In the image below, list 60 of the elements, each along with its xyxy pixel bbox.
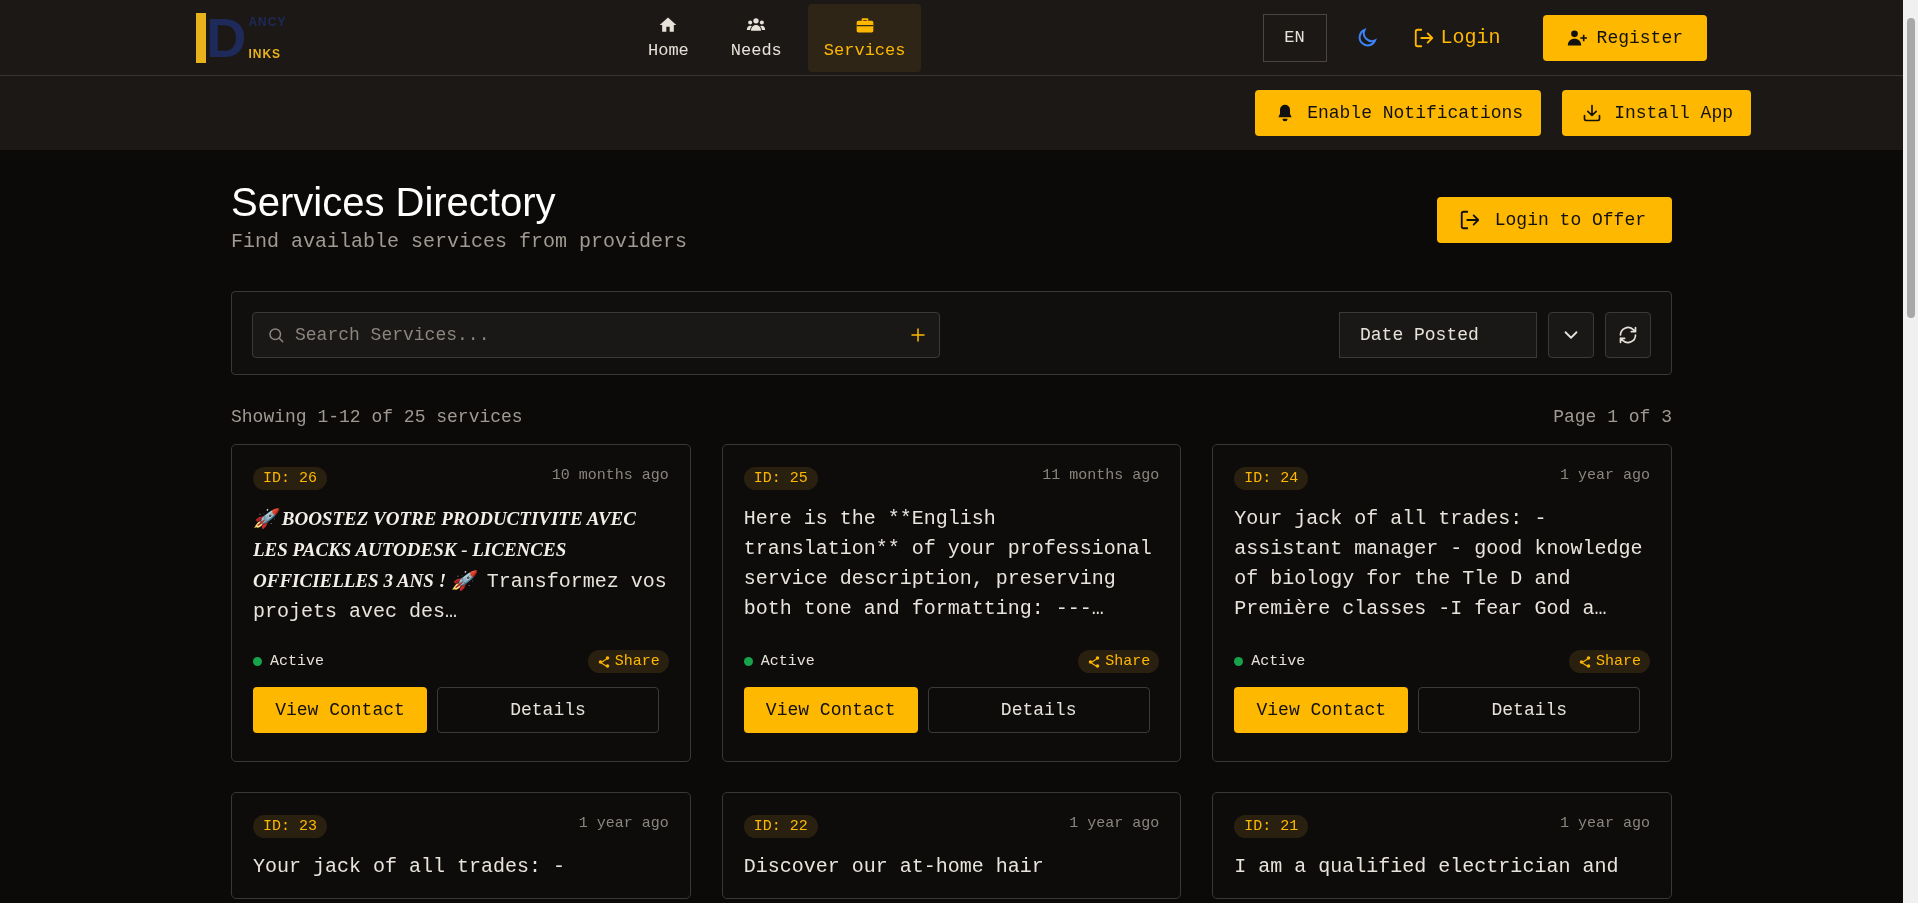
enable-notifications-button[interactable]: Enable Notifications (1255, 90, 1542, 136)
login-to-offer-button[interactable]: Login to Offer (1436, 196, 1672, 243)
service-description: Discover our at-home hair (743, 854, 1045, 880)
plus-icon (909, 326, 927, 344)
id-badge: ID: 24 (1234, 467, 1309, 490)
refresh-button[interactable] (1605, 312, 1651, 358)
service-description: Your jack of all trades: - (253, 854, 567, 880)
share-button[interactable]: Share (587, 650, 669, 673)
page-subtitle: Find available services from providers (231, 230, 688, 253)
nav-tab[interactable]: Services (807, 3, 922, 72)
share-button[interactable]: Share (1078, 650, 1160, 673)
details-button[interactable]: Details (437, 687, 659, 733)
posted-time: 1 year ago (1559, 815, 1650, 832)
house-icon (658, 15, 679, 35)
service-description: Here is the **English translation** of your professional service description, preserving both tone and formatting: ---… (743, 506, 1153, 622)
posted-time: 11 months ago (1042, 467, 1160, 484)
search-icon (267, 326, 285, 344)
view-contact-button[interactable]: View Contact (1234, 687, 1409, 733)
details-button[interactable]: Details (927, 687, 1150, 733)
service-description: Your jack of all trades: - assistant manager - good knowledge of biology for the Tle D and Première classes -I fear God a… (1234, 506, 1644, 622)
share-button[interactable]: Share (1568, 650, 1650, 673)
details-button[interactable]: Details (1418, 687, 1641, 733)
id-badge: ID: 21 (1234, 815, 1309, 838)
nav-tab[interactable]: Home (632, 3, 705, 72)
view-contact-button[interactable]: View Contact (743, 687, 918, 733)
status-label: Active (270, 653, 324, 670)
results-count: Showing 1-12 of 25 services (231, 407, 523, 427)
id-badge: ID: 26 (253, 467, 327, 490)
share-icon (596, 654, 611, 669)
view-contact-button[interactable]: View Contact (253, 687, 427, 733)
posted-time: 1 year ago (578, 815, 669, 832)
posted-time: 10 months ago (551, 467, 669, 484)
refresh-icon (1618, 325, 1638, 345)
language-button[interactable]: EN (1262, 13, 1327, 62)
posted-time: 1 year ago (1559, 467, 1650, 484)
posted-time: 1 year ago (1069, 815, 1160, 832)
id-badge: ID: 22 (743, 815, 818, 838)
nav-tab[interactable]: Needs (714, 3, 798, 72)
login-icon (1412, 26, 1435, 49)
search-input[interactable]: Search Services... (295, 313, 899, 357)
download-icon (1582, 103, 1603, 123)
share-icon (1087, 654, 1102, 669)
id-badge: ID: 25 (743, 467, 818, 490)
page-indicator: Page 1 of 3 (1553, 407, 1672, 427)
share-icon (1577, 654, 1592, 669)
sort-order-button[interactable] (1548, 312, 1594, 358)
search-bar[interactable]: Search Services... (252, 312, 940, 358)
status-label: Active (1251, 653, 1306, 670)
sort-select[interactable]: Date Posted (1339, 312, 1537, 358)
page-title: Services Directory (231, 179, 557, 226)
register-button[interactable]: Register (1542, 14, 1707, 61)
scrollbar[interactable] (1903, 0, 1918, 903)
login-link[interactable]: Login (1412, 26, 1501, 49)
install-app-button[interactable]: Install App (1562, 90, 1751, 136)
service-description: 🚀 BOOSTEZ VOTRE PRODUCTIVITE AVEC LES PACKS AUTODESK - LICENCES OFFICIELLES 3 ANS ! 🚀 Transformez vos projets avec des… (253, 507, 668, 624)
status-label: Active (760, 653, 815, 670)
id-badge: ID: 23 (253, 815, 327, 838)
login-icon (1458, 208, 1481, 231)
briefcase-icon (854, 15, 875, 35)
service-description: I am a qualified electrician and (1234, 854, 1620, 880)
